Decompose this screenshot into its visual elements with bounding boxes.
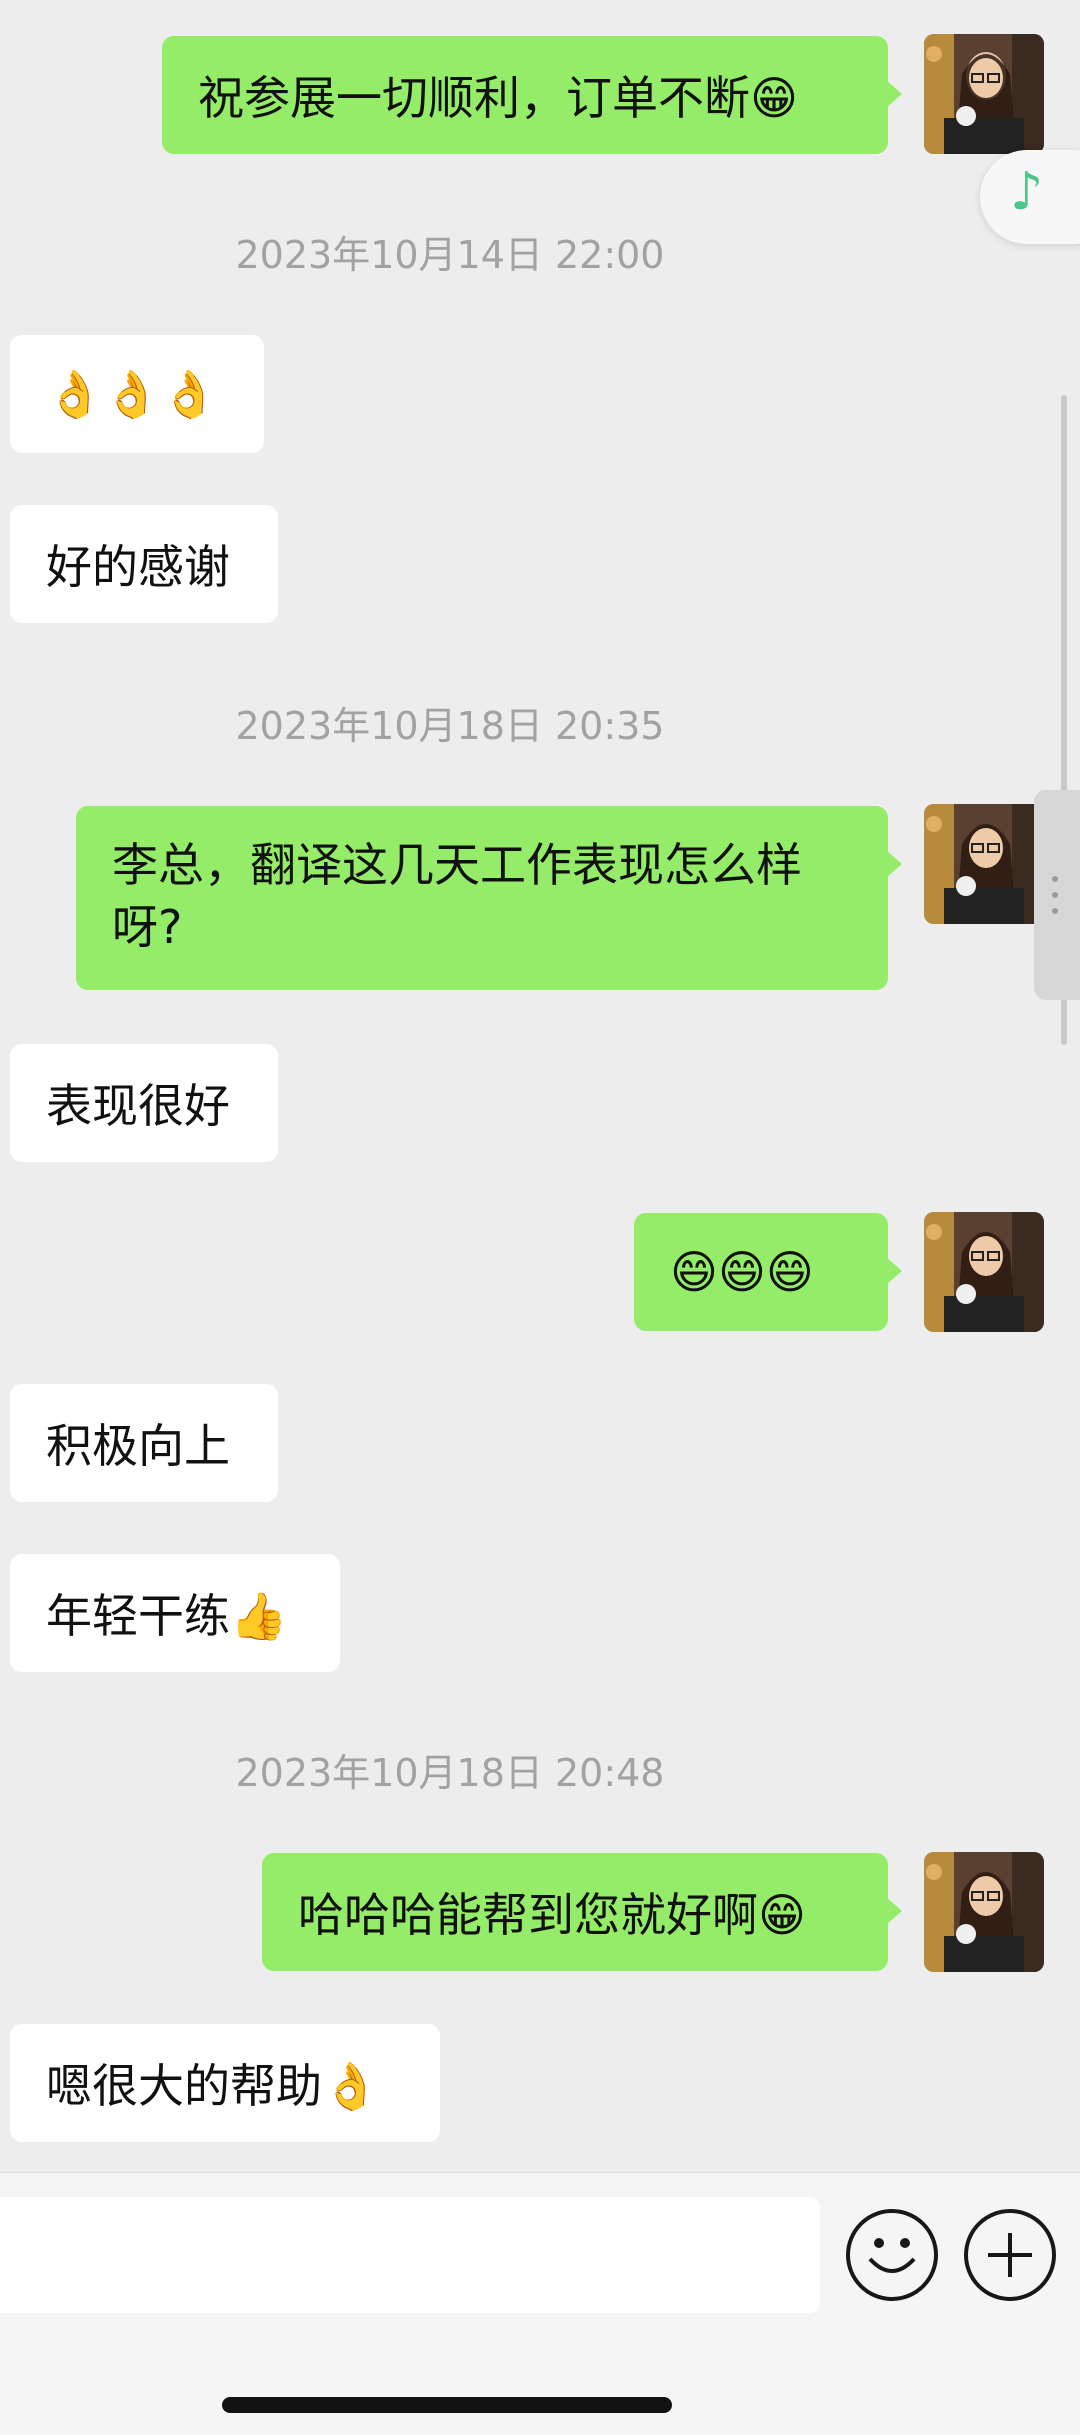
message-text: 表现很好 (46, 1079, 230, 1133)
timestamp: 2023年10月18日 20:35 (235, 704, 665, 748)
message-input[interactable] (0, 2197, 820, 2313)
avatar-photo (924, 1212, 1044, 1332)
side-drawer-handle[interactable] (1034, 790, 1080, 1000)
message-text: 哈哈哈能帮到您就好啊😁 (298, 1888, 806, 1942)
message-bubble-outgoing[interactable]: 哈哈哈能帮到您就好啊😁 (262, 1853, 902, 1971)
message-text: 嗯很大的帮助👌 (46, 2059, 380, 2113)
emoji-face-icon (868, 2238, 916, 2273)
message-text: 好的感谢 (46, 540, 230, 594)
music-note-icon: ♪ (1010, 162, 1044, 222)
avatar[interactable] (924, 1212, 1044, 1332)
input-bar (0, 2172, 1080, 2435)
message-text: 李总，翻译这几天工作表现怎么样呀? (112, 838, 802, 954)
message-bubble-incoming[interactable]: 嗯很大的帮助👌 (10, 2024, 440, 2142)
avatar[interactable] (924, 804, 1044, 924)
message-text: 年轻干练👍 (46, 1589, 288, 1643)
message-bubble-outgoing[interactable]: 😄😄😄 (634, 1213, 902, 1331)
timestamp: 2023年10月14日 22:00 (235, 233, 665, 277)
plus-circle-icon (988, 2233, 1032, 2277)
message-bubble-incoming[interactable]: 好的感谢 (10, 505, 278, 623)
add-button[interactable] (964, 2209, 1056, 2301)
chat-screen: 祝参展一切顺利，订单不断😁 ♪ 2023年10月14日 22:00 👌👌👌 好的… (0, 0, 1080, 2435)
message-text: 👌👌👌 (46, 366, 218, 421)
message-text: 祝参展一切顺利，订单不断😁 (198, 71, 798, 125)
avatar-photo (924, 34, 1044, 154)
message-bubble-outgoing[interactable]: 祝参展一切顺利，订单不断😁 (162, 36, 902, 154)
message-bubble-outgoing[interactable]: 李总，翻译这几天工作表现怎么样呀? (76, 806, 902, 990)
timestamp: 2023年10月18日 20:48 (235, 1751, 665, 1795)
avatar-photo (924, 1852, 1044, 1972)
emoji-button[interactable] (846, 2209, 938, 2301)
home-indicator (222, 2397, 672, 2413)
message-bubble-incoming[interactable]: 年轻干练👍 (10, 1554, 340, 1672)
avatar[interactable] (924, 1852, 1044, 1972)
message-bubble-incoming[interactable]: 积极向上 (10, 1384, 278, 1502)
message-bubble-incoming[interactable]: 👌👌👌 (10, 335, 264, 453)
message-bubble-incoming[interactable]: 表现很好 (10, 1044, 278, 1162)
message-text: 积极向上 (46, 1419, 230, 1473)
floating-music-button[interactable]: ♪ (980, 150, 1080, 244)
message-text: 😄😄😄 (670, 1245, 814, 1299)
avatar-photo (924, 804, 1044, 924)
avatar[interactable] (924, 34, 1044, 154)
